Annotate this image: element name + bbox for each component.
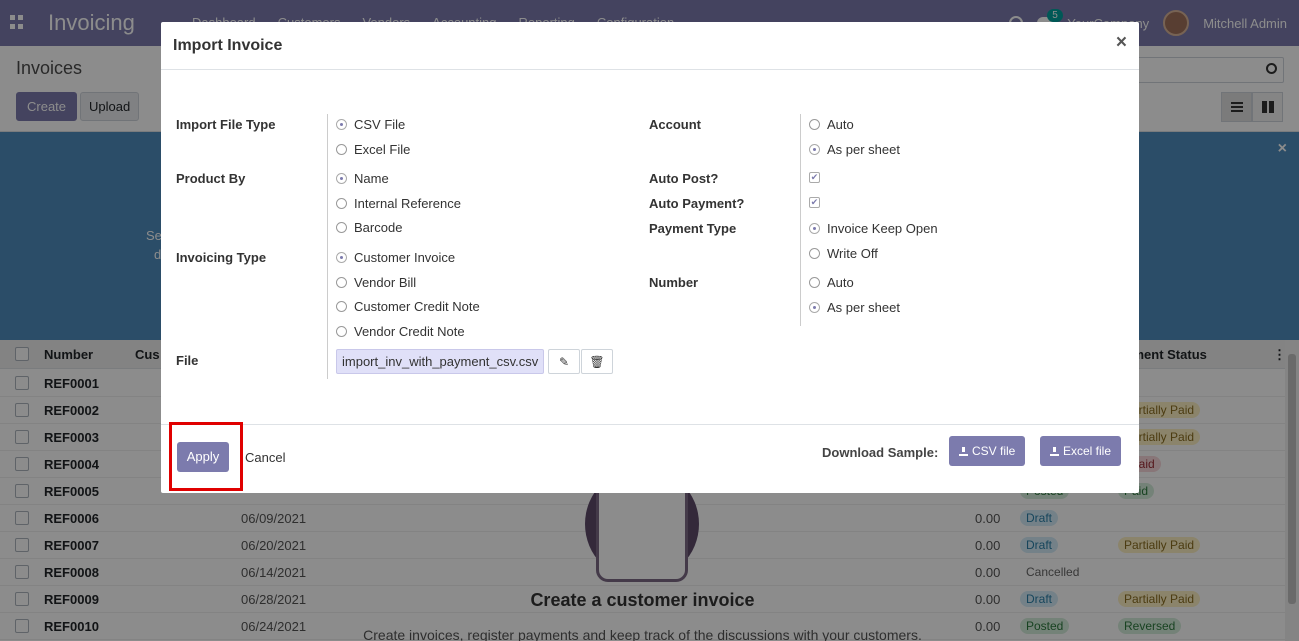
option-label: As per sheet [827,142,900,157]
radio-account-auto[interactable]: Auto [809,117,854,132]
option-label: Excel File [354,142,411,157]
number-label: Number [649,275,699,290]
radio-csv-file[interactable]: CSV File [336,117,405,132]
radio-number-auto[interactable]: Auto [809,275,854,290]
radio-write-off[interactable]: Write Off [809,246,878,261]
option-label: As per sheet [827,300,900,315]
download-icon [1050,446,1059,456]
auto-post-checkbox[interactable]: ✔ [809,172,820,183]
option-label: Vendor Credit Note [354,324,465,339]
option-label: Customer Invoice [354,250,456,265]
auto-payment-checkbox[interactable]: ✔ [809,197,820,208]
option-label: Vendor Bill [354,275,417,290]
download-icon [959,446,968,456]
option-label: Invoice Keep Open [827,221,938,236]
file-name-chip[interactable]: import_inv_with_payment_csv.csv [336,349,545,374]
option-label: Customer Credit Note [354,299,480,314]
download-csv-button[interactable]: CSV file [949,436,1026,466]
radio-customer-credit-note[interactable]: Customer Credit Note [336,299,480,314]
radio-icon[interactable] [336,277,347,288]
download-excel-button[interactable]: Excel file [1040,436,1122,466]
download-sample-label: Download Sample: [822,445,939,460]
cancel-button[interactable]: Cancel [245,450,285,465]
modal-title: Import Invoice [173,37,283,54]
radio-icon[interactable] [336,144,347,155]
radio-icon[interactable] [809,277,820,288]
pencil-icon: ✎ [558,354,570,369]
modal-footer: Apply Cancel Download Sample: CSV file E… [161,422,1139,493]
radio-excel-file[interactable]: Excel File [336,142,410,157]
delete-file-button[interactable]: 🗑 [581,349,613,374]
invoicing-type-label: Invoicing Type [176,250,267,265]
radio-selected-icon[interactable] [336,173,347,184]
trash-icon: 🗑 [589,354,605,369]
radio-customer-invoice[interactable]: Customer Invoice [336,250,455,265]
radio-vendor-credit-note[interactable]: Vendor Credit Note [336,324,465,339]
edit-file-button[interactable]: ✎ [548,349,580,374]
option-label: Write Off [827,246,878,261]
option-label: Name [354,171,389,186]
radio-invoice-keep-open[interactable]: Invoice Keep Open [809,221,938,236]
radio-account-as-per-sheet[interactable]: As per sheet [809,142,900,157]
radio-icon[interactable] [336,301,347,312]
left-column-separator [327,114,328,379]
option-label: Internal Reference [354,196,461,211]
radio-icon[interactable] [336,326,347,337]
modal-header: Import Invoice × [161,22,1139,70]
option-label: CSV File [354,117,406,132]
auto-post-label: Auto Post? [649,171,719,186]
download-excel-label: Excel file [1063,444,1112,458]
radio-icon[interactable] [336,198,347,209]
radio-selected-icon[interactable] [336,119,347,130]
product-by-label: Product By [176,171,246,186]
payment-type-label: Payment Type [649,221,737,236]
download-csv-label: CSV file [972,444,1016,458]
radio-selected-icon[interactable] [336,252,347,263]
radio-selected-icon[interactable] [809,302,820,313]
close-icon[interactable]: × [1116,33,1127,52]
radio-product-name[interactable]: Name [336,171,389,186]
import-invoice-dialog: Import Invoice × Import File Type Produc… [161,22,1139,493]
radio-icon[interactable] [809,119,820,130]
option-label: Barcode [354,220,403,235]
import-file-type-label: Import File Type [176,117,276,132]
apply-button[interactable]: Apply [177,442,229,472]
radio-number-as-per-sheet[interactable]: As per sheet [809,300,900,315]
file-label: File [176,353,199,368]
option-label: Auto [827,275,854,290]
radio-vendor-bill[interactable]: Vendor Bill [336,275,416,290]
radio-selected-icon[interactable] [809,144,820,155]
radio-icon[interactable] [336,222,347,233]
radio-icon[interactable] [809,248,820,259]
radio-internal-reference[interactable]: Internal Reference [336,196,461,211]
account-label: Account [649,117,701,132]
right-column-separator [800,114,801,326]
radio-barcode[interactable]: Barcode [336,220,402,235]
radio-selected-icon[interactable] [809,223,820,234]
auto-payment-label: Auto Payment? [649,196,745,211]
option-label: Auto [827,117,854,132]
